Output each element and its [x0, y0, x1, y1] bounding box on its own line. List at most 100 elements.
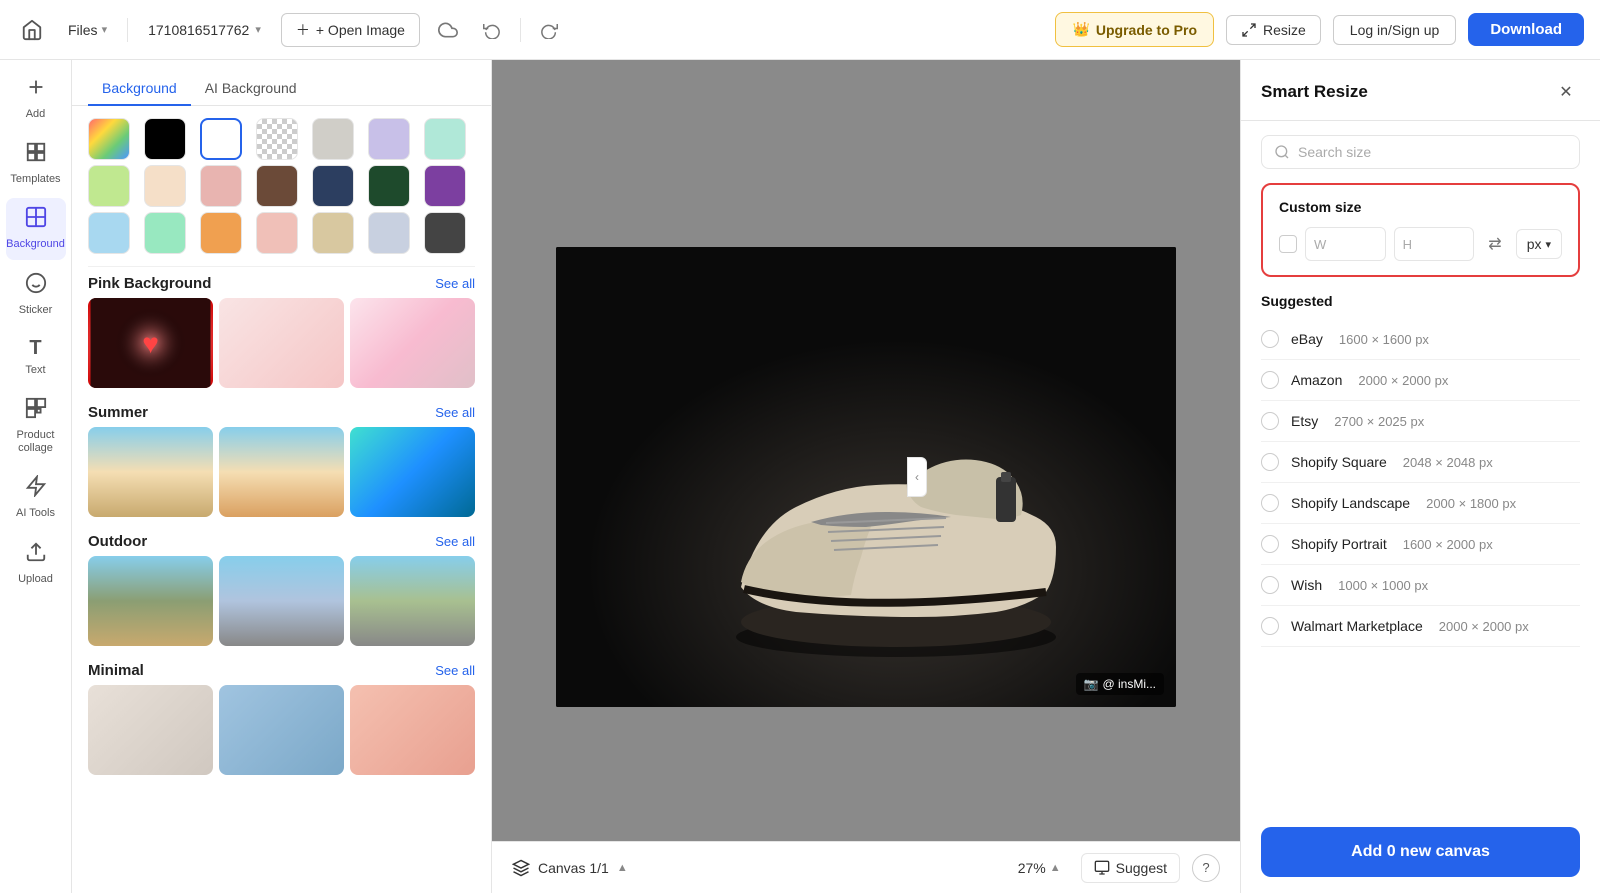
add-canvas-button[interactable]: Add 0 new canvas: [1261, 827, 1580, 877]
color-swatch-light-purple[interactable]: [368, 118, 410, 160]
outdoor-see-all[interactable]: See all: [435, 534, 475, 549]
sidebar-item-product-collage[interactable]: Product collage: [6, 389, 66, 463]
link-dimensions-icon[interactable]: ⇄: [1482, 234, 1507, 254]
height-input[interactable]: [1420, 228, 1470, 260]
color-swatch-brown[interactable]: [256, 165, 298, 207]
resize-button[interactable]: Resize: [1226, 15, 1321, 45]
smart-resize-title: Smart Resize: [1261, 82, 1368, 102]
wish-checkbox[interactable]: [1261, 576, 1279, 594]
search-size-input[interactable]: [1298, 144, 1567, 160]
pink-bg-image-3[interactable]: [350, 298, 475, 388]
sr-item-shopify-portrait[interactable]: Shopify Portrait 1600 × 2000 px: [1261, 524, 1580, 565]
tab-background[interactable]: Background: [88, 72, 191, 106]
amazon-checkbox[interactable]: [1261, 371, 1279, 389]
sidebar-item-templates[interactable]: Templates: [6, 133, 66, 194]
color-swatch-peach[interactable]: [144, 165, 186, 207]
minimal-see-all[interactable]: See all: [435, 663, 475, 678]
custom-size-checkbox[interactable]: [1279, 235, 1297, 253]
color-swatch-purple[interactable]: [424, 165, 466, 207]
sidebar-item-upload[interactable]: Upload: [6, 533, 66, 594]
templates-icon: [25, 141, 47, 169]
canvas-container[interactable]: 📷 @ insMi...: [556, 247, 1176, 707]
zoom-chevron-icon: ▲: [1050, 862, 1061, 874]
upgrade-to-pro-button[interactable]: 👑 Upgrade to Pro: [1055, 12, 1214, 47]
ebay-checkbox[interactable]: [1261, 330, 1279, 348]
sr-item-amazon[interactable]: Amazon 2000 × 2000 px: [1261, 360, 1580, 401]
color-swatch-rainbow[interactable]: [88, 118, 130, 160]
summer-image-1[interactable]: [88, 427, 213, 517]
custom-size-label: Custom size: [1279, 199, 1562, 215]
sr-item-etsy[interactable]: Etsy 2700 × 2025 px: [1261, 401, 1580, 442]
suggest-button[interactable]: Suggest: [1081, 853, 1180, 883]
svg-text:♥: ♥: [142, 328, 159, 359]
minimal-image-1[interactable]: [88, 685, 213, 775]
outdoor-image-3[interactable]: [350, 556, 475, 646]
color-swatch-transparent[interactable]: [256, 118, 298, 160]
sr-item-shopify-landscape[interactable]: Shopify Landscape 2000 × 1800 px: [1261, 483, 1580, 524]
home-button[interactable]: [16, 14, 48, 46]
pink-background-see-all[interactable]: See all: [435, 276, 475, 291]
help-button[interactable]: ?: [1192, 854, 1220, 882]
smart-resize-search[interactable]: [1261, 135, 1580, 169]
sidebar-item-background[interactable]: Background: [6, 198, 66, 259]
files-menu[interactable]: Files ▾: [60, 18, 115, 42]
color-swatch-tan[interactable]: [312, 212, 354, 254]
pink-bg-image-1[interactable]: ♥: [88, 298, 213, 388]
cloud-icon[interactable]: [432, 14, 464, 46]
sr-item-wish[interactable]: Wish 1000 × 1000 px: [1261, 565, 1580, 606]
color-swatch-salmon[interactable]: [256, 212, 298, 254]
shopify-portrait-checkbox[interactable]: [1261, 535, 1279, 553]
download-button[interactable]: Download: [1468, 13, 1584, 46]
color-swatch-orange[interactable]: [200, 212, 242, 254]
summer-see-all[interactable]: See all: [435, 405, 475, 420]
pink-bg-image-2[interactable]: [219, 298, 344, 388]
collapse-panel-button[interactable]: ‹: [907, 457, 927, 497]
zoom-control[interactable]: 27% ▲: [1010, 856, 1069, 880]
minimal-image-2[interactable]: [219, 685, 344, 775]
width-input[interactable]: [1334, 228, 1384, 260]
color-swatch-light-green[interactable]: [88, 165, 130, 207]
etsy-dims: 2700 × 2025 px: [1334, 414, 1424, 429]
tab-ai-background[interactable]: AI Background: [191, 72, 311, 106]
shopify-landscape-checkbox[interactable]: [1261, 494, 1279, 512]
color-swatch-navy[interactable]: [312, 165, 354, 207]
color-swatch-light-gray[interactable]: [312, 118, 354, 160]
redo-button[interactable]: [533, 14, 565, 46]
summer-image-3[interactable]: [350, 427, 475, 517]
walmart-checkbox[interactable]: [1261, 617, 1279, 635]
sr-item-shopify-square[interactable]: Shopify Square 2048 × 2048 px: [1261, 442, 1580, 483]
minimal-image-3[interactable]: [350, 685, 475, 775]
sr-item-walmart[interactable]: Walmart Marketplace 2000 × 2000 px: [1261, 606, 1580, 647]
color-swatch-sky[interactable]: [88, 212, 130, 254]
sr-item-ebay[interactable]: eBay 1600 × 1600 px: [1261, 319, 1580, 360]
login-button[interactable]: Log in/Sign up: [1333, 15, 1457, 45]
sidebar-item-sticker[interactable]: Sticker: [6, 264, 66, 325]
outdoor-image-2[interactable]: [219, 556, 344, 646]
outdoor-image-1[interactable]: [88, 556, 213, 646]
color-swatch-seafoam[interactable]: [144, 212, 186, 254]
open-image-plus-icon: ＋: [296, 20, 310, 40]
color-swatch-white[interactable]: [200, 118, 242, 160]
amazon-name: Amazon: [1291, 372, 1342, 388]
ebay-name: eBay: [1291, 331, 1323, 347]
width-label: W: [1306, 237, 1334, 252]
shopify-square-checkbox[interactable]: [1261, 453, 1279, 471]
sidebar-item-ai-tools[interactable]: AI Tools: [6, 467, 66, 528]
summer-image-2[interactable]: [219, 427, 344, 517]
canvas-info[interactable]: Canvas 1/1 ▲: [512, 859, 628, 877]
color-swatch-dark-gray[interactable]: [424, 212, 466, 254]
open-image-button[interactable]: ＋ + Open Image: [281, 13, 420, 47]
smart-resize-close-button[interactable]: ✕: [1552, 78, 1580, 106]
color-swatch-dark-green[interactable]: [368, 165, 410, 207]
sidebar-item-text[interactable]: T Text: [6, 329, 66, 385]
color-swatch-steel[interactable]: [368, 212, 410, 254]
color-swatch-black[interactable]: [144, 118, 186, 160]
heart-svg: ♥: [88, 298, 213, 388]
color-swatch-mint[interactable]: [424, 118, 466, 160]
color-swatch-light-pink[interactable]: [200, 165, 242, 207]
sidebar-item-add[interactable]: Add: [6, 68, 66, 129]
undo-button[interactable]: [476, 14, 508, 46]
unit-selector[interactable]: px ▾: [1516, 229, 1562, 259]
filename-display[interactable]: 1710816517762 ▾: [140, 18, 269, 42]
etsy-checkbox[interactable]: [1261, 412, 1279, 430]
